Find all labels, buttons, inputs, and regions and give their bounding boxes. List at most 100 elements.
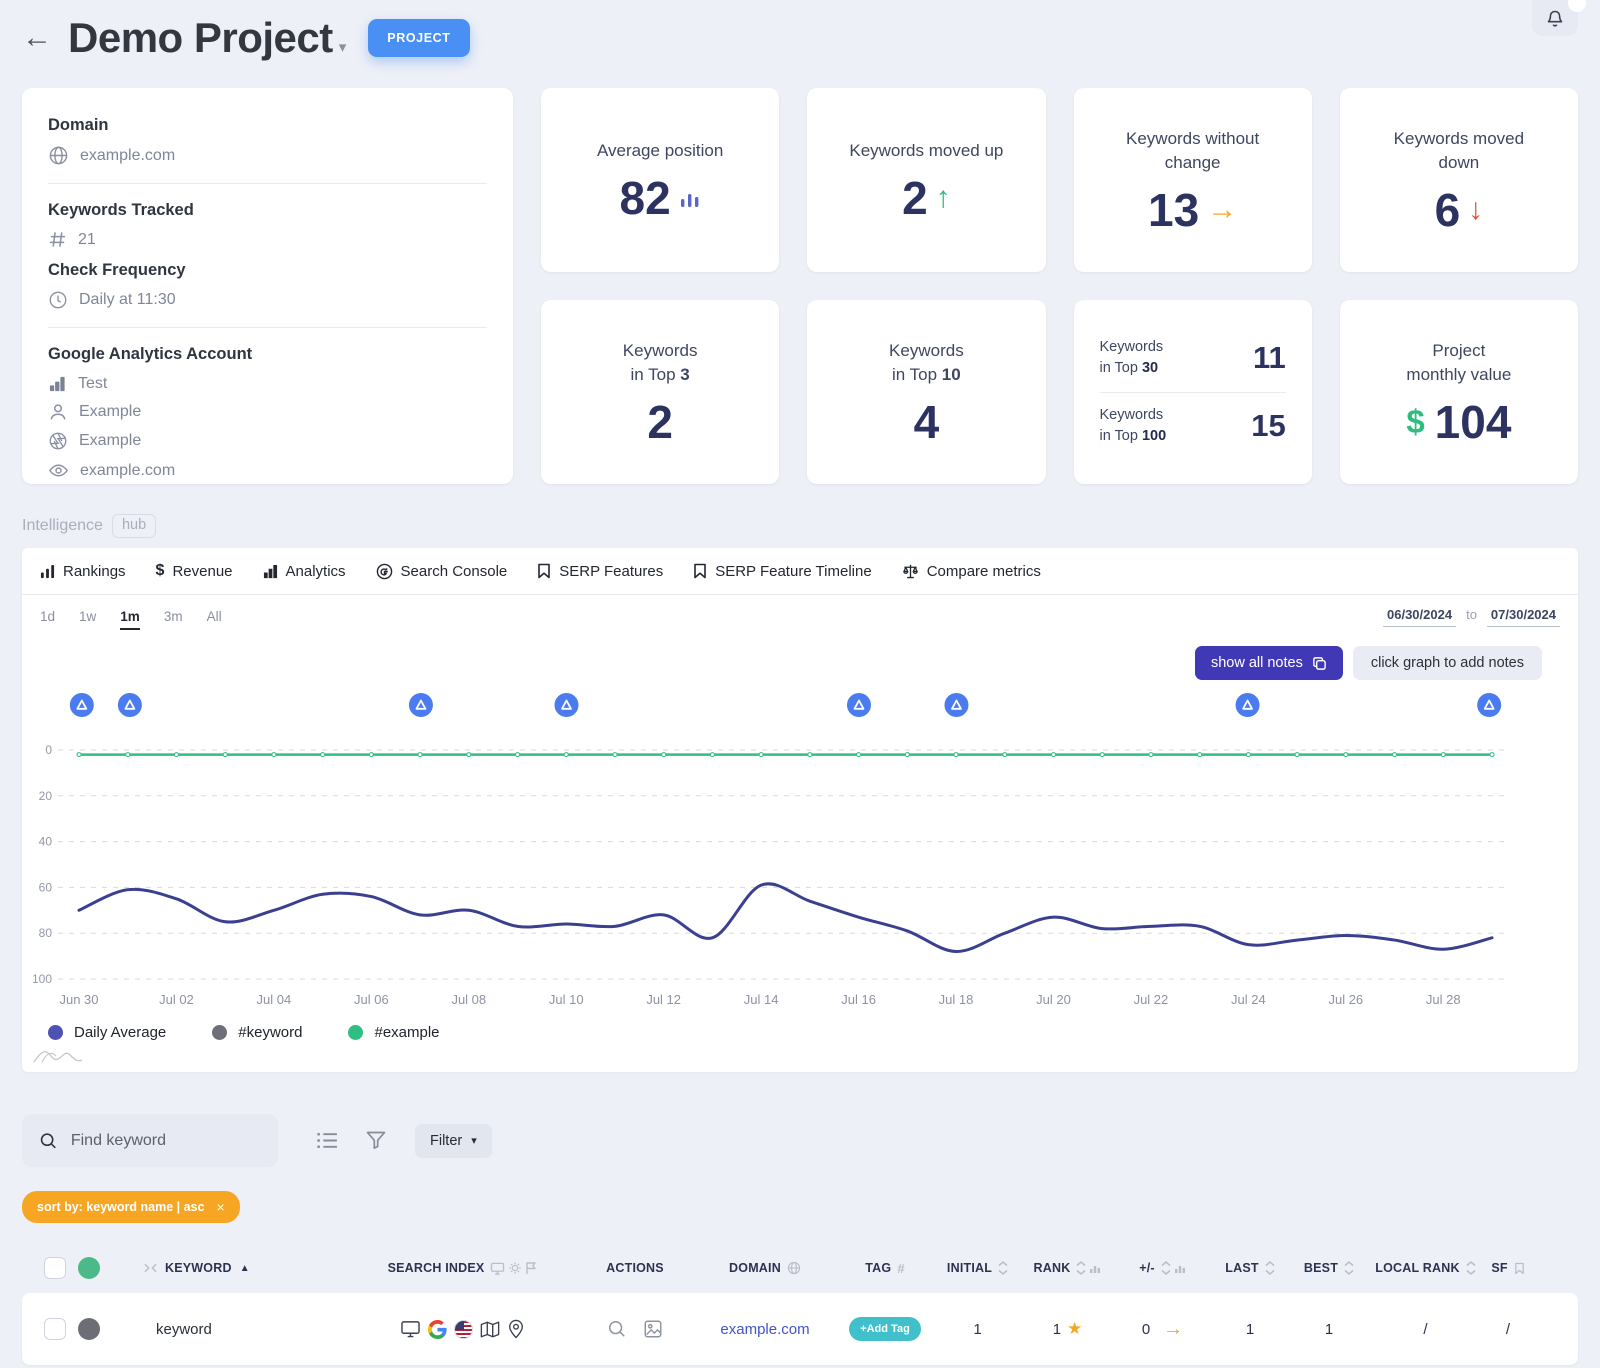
note-marker[interactable] bbox=[409, 693, 433, 717]
note-marker[interactable] bbox=[1236, 693, 1260, 717]
hash-icon bbox=[48, 230, 67, 249]
hash-icon: # bbox=[897, 1261, 904, 1276]
ga-view-name: Example bbox=[79, 432, 141, 450]
stat-card-without-change: Keywords without change 13 → bbox=[1074, 88, 1312, 272]
click-graph-add-notes-button[interactable]: click graph to add notes bbox=[1353, 646, 1542, 680]
tab-serp-features[interactable]: SERP Features bbox=[537, 563, 663, 580]
notifications-button[interactable] bbox=[1532, 0, 1578, 36]
check-frequency-value: Daily at 11:30 bbox=[79, 291, 176, 309]
row-status-dot[interactable] bbox=[78, 1318, 100, 1340]
view-serp-icon[interactable] bbox=[607, 1319, 627, 1339]
column-sf[interactable]: SF bbox=[1483, 1261, 1533, 1275]
screenshot-icon[interactable] bbox=[643, 1319, 663, 1339]
us-flag-icon bbox=[454, 1320, 473, 1339]
remove-sort-icon[interactable]: × bbox=[216, 1199, 224, 1215]
filter-funnel-icon[interactable] bbox=[365, 1129, 387, 1152]
legend-daily-average[interactable]: Daily Average bbox=[48, 1024, 166, 1041]
range-all[interactable]: All bbox=[207, 609, 222, 630]
column-best[interactable]: BEST bbox=[1290, 1261, 1368, 1275]
tab-compare-metrics[interactable]: Compare metrics bbox=[902, 563, 1041, 580]
add-tag-button[interactable]: +Add Tag bbox=[849, 1317, 921, 1341]
ga-account-label: Google Analytics Account bbox=[48, 345, 487, 364]
rank-line-chart[interactable]: 020406080100Jun 30Jul 02Jul 04Jul 06Jul … bbox=[22, 686, 1512, 1016]
keyword-table-row[interactable]: keyword bbox=[22, 1293, 1578, 1365]
ga-property-name: Example bbox=[79, 403, 141, 421]
hub-badge: hub bbox=[112, 514, 156, 538]
tab-search-console[interactable]: Search Console bbox=[376, 563, 508, 580]
column-change[interactable]: +/- bbox=[1115, 1261, 1210, 1275]
gear-icon bbox=[508, 1261, 522, 1275]
notes-copy-icon bbox=[1312, 656, 1327, 671]
tab-revenue[interactable]: $ Revenue bbox=[156, 562, 233, 580]
bar-chart-icon bbox=[1174, 1262, 1186, 1274]
chart-legend: Daily Average #keyword #example bbox=[22, 1016, 1578, 1041]
column-search-index[interactable]: SEARCH INDEX bbox=[350, 1261, 575, 1275]
note-marker[interactable] bbox=[847, 693, 871, 717]
star-icon[interactable]: ★ bbox=[1067, 1319, 1082, 1339]
tab-serp-feature-timeline[interactable]: SERP Feature Timeline bbox=[693, 563, 871, 580]
range-1w[interactable]: 1w bbox=[79, 609, 96, 630]
row-domain-link[interactable]: example.com bbox=[720, 1321, 809, 1338]
bar-chart-icon bbox=[679, 187, 701, 209]
project-badge-button[interactable]: PROJECT bbox=[368, 19, 469, 57]
chart-overview-sparkline[interactable] bbox=[32, 1047, 104, 1063]
legend-keyword-tag[interactable]: #keyword bbox=[212, 1024, 302, 1041]
note-marker[interactable] bbox=[554, 693, 578, 717]
column-domain[interactable]: DOMAIN bbox=[695, 1261, 835, 1275]
svg-text:Jul 26: Jul 26 bbox=[1328, 992, 1363, 1007]
range-1d[interactable]: 1d bbox=[40, 609, 55, 630]
column-local-rank[interactable]: LOCAL RANK bbox=[1368, 1261, 1483, 1275]
column-rank[interactable]: RANK bbox=[1020, 1261, 1115, 1275]
status-dot-all[interactable] bbox=[78, 1257, 100, 1279]
note-marker[interactable] bbox=[1477, 693, 1501, 717]
sort-pill[interactable]: sort by: keyword name | asc × bbox=[22, 1191, 240, 1223]
sort-icon bbox=[1161, 1261, 1171, 1275]
column-keyword[interactable]: KEYWORD ▲ bbox=[120, 1261, 350, 1275]
column-tag[interactable]: TAG # bbox=[835, 1261, 935, 1276]
desktop-icon bbox=[400, 1320, 421, 1338]
legend-dot bbox=[348, 1025, 363, 1040]
date-to-input[interactable]: 07/30/2024 bbox=[1487, 607, 1560, 627]
row-checkbox[interactable] bbox=[44, 1318, 66, 1340]
back-arrow-icon[interactable]: ← bbox=[22, 23, 52, 53]
keyword-name[interactable]: keyword bbox=[120, 1321, 350, 1338]
analytics-icon bbox=[263, 564, 278, 579]
scales-icon bbox=[902, 563, 919, 579]
filter-button[interactable]: Filter▾ bbox=[415, 1124, 492, 1158]
rank-chart-area[interactable]: 020406080100Jun 30Jul 02Jul 04Jul 06Jul … bbox=[22, 686, 1578, 1016]
note-marker[interactable] bbox=[944, 693, 968, 717]
row-best: 1 bbox=[1290, 1321, 1368, 1338]
collapse-columns-icon[interactable] bbox=[144, 1262, 157, 1274]
column-actions: ACTIONS bbox=[575, 1261, 695, 1275]
svg-text:Jul 02: Jul 02 bbox=[159, 992, 194, 1007]
select-all-checkbox[interactable] bbox=[44, 1257, 66, 1279]
tab-rankings[interactable]: Rankings bbox=[40, 563, 126, 580]
range-3m[interactable]: 3m bbox=[164, 609, 183, 630]
bookmark-icon bbox=[1514, 1262, 1525, 1275]
show-all-notes-button[interactable]: show all notes bbox=[1195, 646, 1343, 680]
stat-card-moved-up: Keywords moved up 2 ↑ bbox=[807, 88, 1045, 272]
stat-label: Keywords moved down bbox=[1379, 127, 1539, 175]
page-title: Demo Project bbox=[68, 14, 333, 62]
keyword-table-header: KEYWORD ▲ SEARCH INDEX ACTIONS DOMAIN bbox=[22, 1257, 1578, 1279]
chevron-down-icon: ▾ bbox=[471, 1134, 477, 1147]
note-marker[interactable] bbox=[118, 693, 142, 717]
legend-dot bbox=[212, 1025, 227, 1040]
tab-analytics[interactable]: Analytics bbox=[263, 563, 346, 580]
date-from-input[interactable]: 06/30/2024 bbox=[1383, 607, 1456, 627]
column-initial[interactable]: INITIAL bbox=[935, 1261, 1020, 1275]
row-sf: / bbox=[1483, 1321, 1533, 1338]
bookmark-icon bbox=[537, 563, 551, 579]
location-pin-icon bbox=[507, 1319, 525, 1339]
svg-text:80: 80 bbox=[39, 926, 53, 940]
svg-text:100: 100 bbox=[32, 972, 52, 986]
column-last[interactable]: LAST bbox=[1210, 1261, 1290, 1275]
project-dropdown-caret-icon[interactable]: ▾ bbox=[339, 38, 347, 56]
range-1m[interactable]: 1m bbox=[120, 609, 140, 630]
legend-example-tag[interactable]: #example bbox=[348, 1024, 439, 1041]
sort-icon bbox=[1344, 1261, 1354, 1275]
keyword-search-box[interactable] bbox=[22, 1114, 278, 1167]
search-input[interactable] bbox=[71, 1132, 261, 1150]
note-marker[interactable] bbox=[70, 693, 94, 717]
list-view-icon[interactable] bbox=[316, 1129, 339, 1152]
